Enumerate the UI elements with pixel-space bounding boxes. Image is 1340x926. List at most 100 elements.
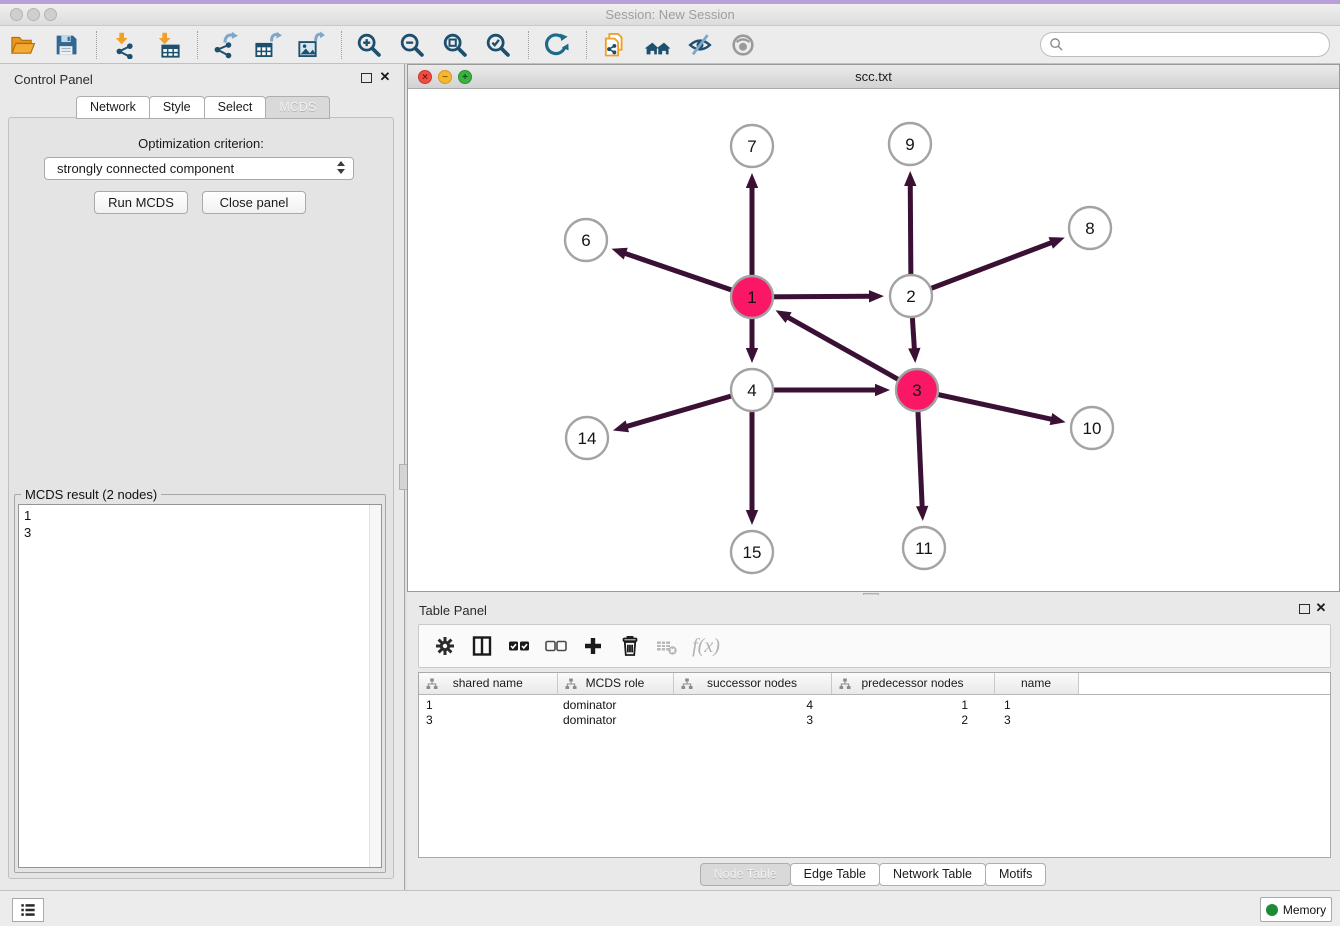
select-all-columns-icon[interactable] bbox=[503, 630, 535, 662]
graph-node-6[interactable]: 6 bbox=[565, 219, 607, 261]
svg-text:9: 9 bbox=[905, 135, 914, 154]
node-table[interactable]: shared nameMCDS rolesuccessor nodesprede… bbox=[418, 672, 1331, 858]
criterion-value: strongly connected component bbox=[57, 161, 234, 176]
graph-node-7[interactable]: 7 bbox=[731, 125, 773, 167]
function-builder-icon[interactable]: f(x) bbox=[688, 630, 720, 662]
graph-node-10[interactable]: 10 bbox=[1071, 407, 1113, 449]
tab-network[interactable]: Network bbox=[76, 96, 150, 119]
graph-node-9[interactable]: 9 bbox=[889, 123, 931, 165]
table-cell[interactable]: 2 bbox=[831, 712, 994, 728]
tab-select[interactable]: Select bbox=[204, 96, 267, 119]
table-cell-filler bbox=[1078, 694, 1330, 712]
toolbar-separator bbox=[586, 31, 587, 59]
float-panel-icon[interactable] bbox=[361, 73, 372, 83]
hide-panels-icon[interactable] bbox=[685, 30, 715, 60]
tab-edge-table[interactable]: Edge Table bbox=[790, 863, 880, 886]
status-bar: Memory bbox=[0, 890, 1340, 926]
graph-node-8[interactable]: 8 bbox=[1069, 207, 1111, 249]
column-header-shared-name[interactable]: shared name bbox=[419, 673, 557, 694]
memory-button[interactable]: Memory bbox=[1260, 897, 1332, 922]
column-header-name[interactable]: name bbox=[994, 673, 1078, 694]
column-type-icon bbox=[681, 678, 693, 690]
table-cell[interactable]: 4 bbox=[673, 694, 831, 712]
save-session-icon[interactable] bbox=[51, 30, 81, 60]
graph-node-14[interactable]: 14 bbox=[566, 417, 608, 459]
table-cell[interactable]: 3 bbox=[673, 712, 831, 728]
network-window-titlebar[interactable]: × − + scc.txt bbox=[408, 65, 1339, 89]
table-toolbar: f(x) bbox=[418, 624, 1331, 668]
svg-text:14: 14 bbox=[578, 429, 597, 448]
open-session-icon[interactable] bbox=[8, 30, 38, 60]
import-table-icon[interactable] bbox=[152, 30, 182, 60]
network-canvas[interactable]: 7 9 6 8 1 2 4 3 14 10 15 11 bbox=[408, 89, 1339, 591]
svg-text:2: 2 bbox=[906, 287, 915, 306]
tab-motifs[interactable]: Motifs bbox=[985, 863, 1046, 886]
network-overview-icon[interactable] bbox=[642, 30, 672, 60]
column-layout-icon[interactable] bbox=[466, 630, 498, 662]
graph-node-11[interactable]: 11 bbox=[903, 527, 945, 569]
table-row[interactable]: 3dominator323 bbox=[419, 712, 1330, 728]
mcds-result-title: MCDS result (2 nodes) bbox=[21, 487, 161, 502]
graph-node-2[interactable]: 2 bbox=[890, 275, 932, 317]
float-table-panel-icon[interactable] bbox=[1299, 604, 1310, 614]
show-panels-icon[interactable] bbox=[728, 30, 758, 60]
table-cell[interactable]: dominator bbox=[557, 694, 673, 712]
tab-mcds[interactable]: MCDS bbox=[265, 96, 330, 119]
add-column-icon[interactable] bbox=[577, 630, 609, 662]
zoom-in-icon[interactable] bbox=[354, 30, 384, 60]
close-table-panel-icon[interactable] bbox=[1314, 601, 1328, 615]
graph-edge-2-8[interactable] bbox=[911, 237, 1065, 296]
zoom-selected-icon[interactable] bbox=[483, 30, 513, 60]
tab-node-table[interactable]: Node Table bbox=[700, 863, 791, 886]
import-network-icon[interactable] bbox=[109, 30, 139, 60]
table-cell[interactable]: 1 bbox=[419, 694, 557, 712]
svg-text:3: 3 bbox=[912, 381, 921, 400]
close-panel-icon[interactable] bbox=[378, 70, 392, 84]
search-box[interactable] bbox=[1040, 32, 1330, 57]
column-header-successor-nodes[interactable]: successor nodes bbox=[673, 673, 831, 694]
tab-network-table[interactable]: Network Table bbox=[879, 863, 986, 886]
toolbar-separator bbox=[341, 31, 342, 59]
table-panel: Table Panel bbox=[407, 595, 1340, 890]
result-scrollbar[interactable] bbox=[369, 505, 381, 867]
control-panel-tabs: NetworkStyleSelectMCDS bbox=[77, 96, 330, 119]
mcds-result-text[interactable]: 1 3 bbox=[18, 504, 382, 868]
run-mcds-button[interactable]: Run MCDS bbox=[94, 191, 188, 214]
deselect-all-columns-icon[interactable] bbox=[540, 630, 572, 662]
zoom-out-icon[interactable] bbox=[397, 30, 427, 60]
clone-network-icon[interactable] bbox=[599, 30, 629, 60]
table-cell[interactable]: dominator bbox=[557, 712, 673, 728]
close-panel-button[interactable]: Close panel bbox=[202, 191, 306, 214]
search-input[interactable] bbox=[1069, 35, 1329, 55]
main-toolbar bbox=[0, 26, 1340, 64]
control-panel: Control Panel NetworkStyleSelectMCDS Opt… bbox=[0, 64, 404, 890]
graph-edge-1-6[interactable] bbox=[612, 248, 752, 297]
table-row[interactable]: 1dominator411 bbox=[419, 694, 1330, 712]
svg-text:4: 4 bbox=[747, 381, 756, 400]
task-history-button[interactable] bbox=[12, 898, 44, 922]
graph-edge-3-10[interactable] bbox=[917, 390, 1066, 425]
column-header-MCDS-role[interactable]: MCDS role bbox=[557, 673, 673, 694]
export-table-icon[interactable] bbox=[253, 30, 283, 60]
delete-column-icon[interactable] bbox=[614, 630, 646, 662]
table-cell[interactable]: 3 bbox=[994, 712, 1078, 728]
apply-layout-icon[interactable] bbox=[541, 30, 571, 60]
table-cell[interactable]: 1 bbox=[831, 694, 994, 712]
graph-node-1[interactable]: 1 bbox=[731, 276, 773, 318]
tab-style[interactable]: Style bbox=[149, 96, 205, 119]
settings-gear-icon[interactable] bbox=[429, 630, 461, 662]
criterion-select[interactable]: strongly connected component bbox=[44, 157, 354, 180]
table-cell[interactable]: 3 bbox=[419, 712, 557, 728]
mcds-result-group: MCDS result (2 nodes) 1 3 bbox=[14, 494, 386, 873]
graph-node-4[interactable]: 4 bbox=[731, 369, 773, 411]
column-header-predecessor-nodes[interactable]: predecessor nodes bbox=[831, 673, 994, 694]
delete-table-icon[interactable] bbox=[651, 630, 683, 662]
export-network-icon[interactable] bbox=[210, 30, 240, 60]
table-cell[interactable]: 1 bbox=[994, 694, 1078, 712]
zoom-fit-icon[interactable] bbox=[440, 30, 470, 60]
graph-edge-3-1[interactable] bbox=[776, 310, 917, 390]
export-image-icon[interactable] bbox=[296, 30, 326, 60]
graph-node-3[interactable]: 3 bbox=[896, 369, 938, 411]
network-graph: 7 9 6 8 1 2 4 3 14 10 15 11 bbox=[408, 89, 1339, 591]
graph-node-15[interactable]: 15 bbox=[731, 531, 773, 573]
